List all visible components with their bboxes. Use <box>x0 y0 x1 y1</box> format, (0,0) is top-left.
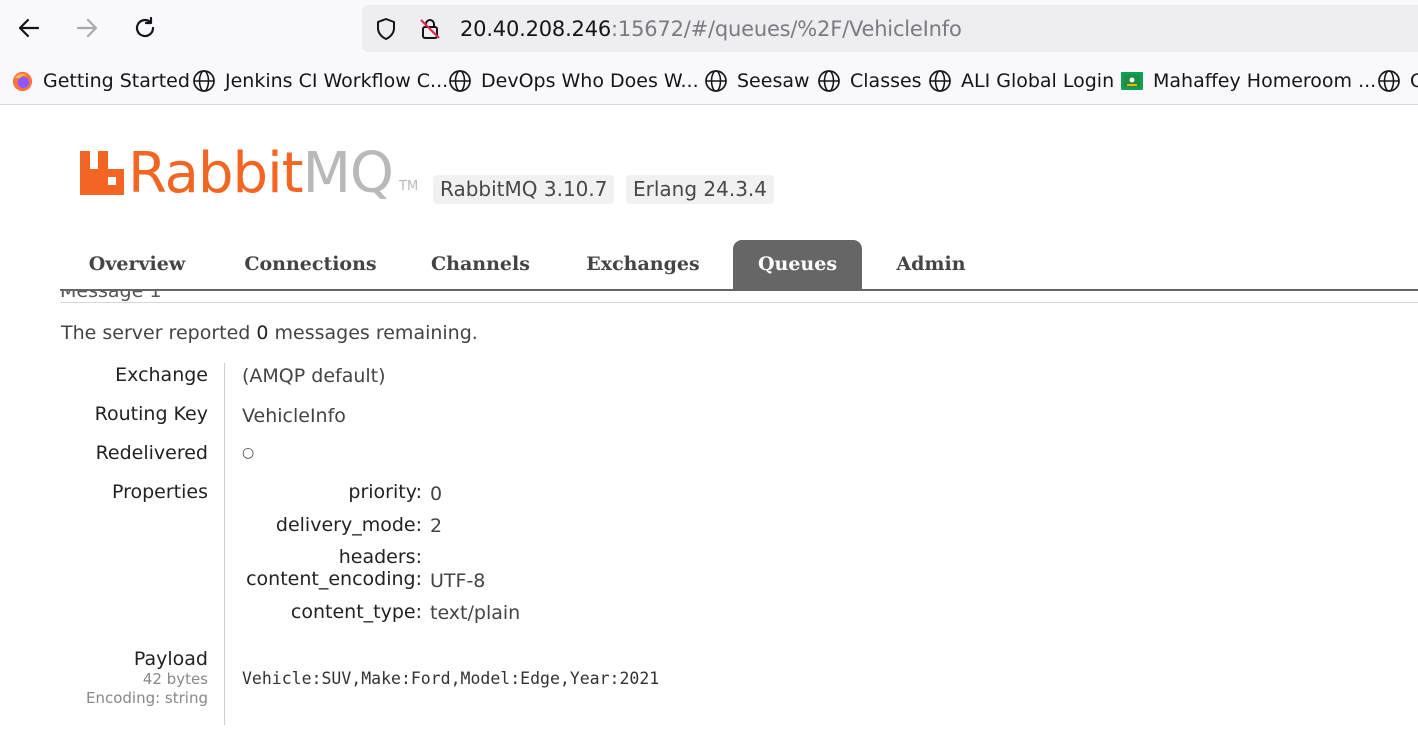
payload-body: Vehicle:SUV,Make:Ford,Model:Edge,Year:20… <box>242 669 660 688</box>
browser-toolbar: 20.40.208.246:15672/#/queues/%2F/Vehicle… <box>0 0 1418 58</box>
bookmark-getting-started[interactable]: Getting Started <box>11 68 190 94</box>
exchange-label: Exchange <box>115 364 208 386</box>
bookmark-label: C <box>1410 70 1418 92</box>
reload-icon <box>135 16 155 38</box>
property-value-delivery-mode: 2 <box>430 515 443 537</box>
tab-overview-label[interactable]: Overview <box>74 240 200 289</box>
rabbitmq-logo-icon <box>80 151 124 195</box>
tab-admin-label[interactable]: Admin <box>885 240 977 289</box>
main-tabs-overlay: Overview Connections Channels Exchanges … <box>60 240 1418 290</box>
bookmark-label: DevOps Who Does W... <box>481 70 699 92</box>
property-value-content-encoding: UTF-8 <box>430 570 486 592</box>
google-classroom-icon <box>1121 72 1143 90</box>
bookmark-classes[interactable]: Classes <box>817 68 922 94</box>
back-button[interactable] <box>11 10 47 46</box>
insecure-lock-icon[interactable] <box>418 17 442 41</box>
bookmark-label: Mahaffey Homeroom ... <box>1153 70 1377 92</box>
rabbitmq-version-badge: RabbitMQ 3.10.7 <box>433 175 615 204</box>
bookmark-label: Jenkins CI Workflow C... <box>225 70 449 92</box>
bookmark-jenkins[interactable]: Jenkins CI Workflow C... <box>192 68 448 94</box>
redelivered-label: Redelivered <box>95 442 208 464</box>
details-divider <box>224 363 225 725</box>
globe-icon <box>449 70 471 92</box>
tab-connections-label[interactable]: Connections <box>233 240 388 289</box>
address-bar[interactable]: 20.40.208.246:15672/#/queues/%2F/Vehicle… <box>362 5 1418 52</box>
property-key-delivery-mode: delivery_mode: <box>275 514 422 536</box>
payload-encoding: Encoding: string <box>85 689 208 707</box>
payload-label: Payload <box>133 648 208 670</box>
erlang-version-badge: Erlang 24.3.4 <box>626 175 775 204</box>
forward-button[interactable] <box>69 10 105 46</box>
property-key-headers: headers: <box>338 546 422 568</box>
property-value-content-type: text/plain <box>430 602 521 624</box>
globe-icon <box>929 70 951 92</box>
bookmark-devops[interactable]: DevOps Who Does W... <box>448 68 699 94</box>
bookmark-label: Getting Started <box>43 70 190 92</box>
tab-queues-active[interactable]: Queues <box>733 240 862 289</box>
globe-icon <box>705 70 727 92</box>
bookmark-overflow[interactable]: C <box>1377 68 1418 94</box>
logo-rabbit-text: Rabbit <box>128 141 304 206</box>
messages-remaining-text: The server reported 0 messages remaining… <box>61 322 478 344</box>
section-divider <box>60 302 1418 303</box>
logo-mq-text: MQ <box>302 141 394 206</box>
shield-icon[interactable] <box>374 17 398 41</box>
globe-icon <box>193 70 215 92</box>
property-key-priority: priority: <box>348 481 422 503</box>
exchange-value: (AMQP default) <box>242 365 386 387</box>
globe-icon <box>1378 70 1400 92</box>
redelivered-indicator: ○ <box>242 445 255 461</box>
property-key-content-encoding: content_encoding: <box>246 568 422 590</box>
bookmark-label: Classes <box>850 70 922 92</box>
bookmark-seesaw[interactable]: Seesaw <box>704 68 810 94</box>
logo-trademark: TM <box>399 179 419 194</box>
payload-size: 42 bytes <box>142 670 208 688</box>
reload-button[interactable] <box>127 10 163 46</box>
bookmark-ali-global-login[interactable]: ALI Global Login <box>928 68 1114 94</box>
bookmark-label: ALI Global Login <box>961 70 1115 92</box>
tabs-underline <box>60 289 1418 291</box>
remaining-count: 0 <box>256 322 269 344</box>
rabbitmq-logo[interactable]: Rabbit MQ TM <box>80 140 418 204</box>
properties-label: Properties <box>111 481 208 503</box>
arrow-right-icon <box>76 18 98 38</box>
arrow-left-icon <box>18 18 40 38</box>
tab-channels-label[interactable]: Channels <box>418 240 543 289</box>
bookmarks-bar: Getting Started Jenkins CI Workflow C...… <box>0 58 1418 105</box>
property-value-priority: 0 <box>430 483 443 505</box>
bookmark-label: Seesaw <box>737 70 810 92</box>
property-key-content-type: content_type: <box>290 601 422 623</box>
firefox-icon <box>12 71 33 91</box>
routing-key-value: VehicleInfo <box>242 405 346 427</box>
routing-key-label: Routing Key <box>94 403 208 425</box>
globe-icon <box>818 70 840 92</box>
bookmark-mahaffey-homeroom[interactable]: Mahaffey Homeroom ... <box>1120 68 1376 94</box>
url-text: 20.40.208.246:15672/#/queues/%2F/Vehicle… <box>460 17 962 41</box>
tab-exchanges-label[interactable]: Exchanges <box>573 240 713 289</box>
